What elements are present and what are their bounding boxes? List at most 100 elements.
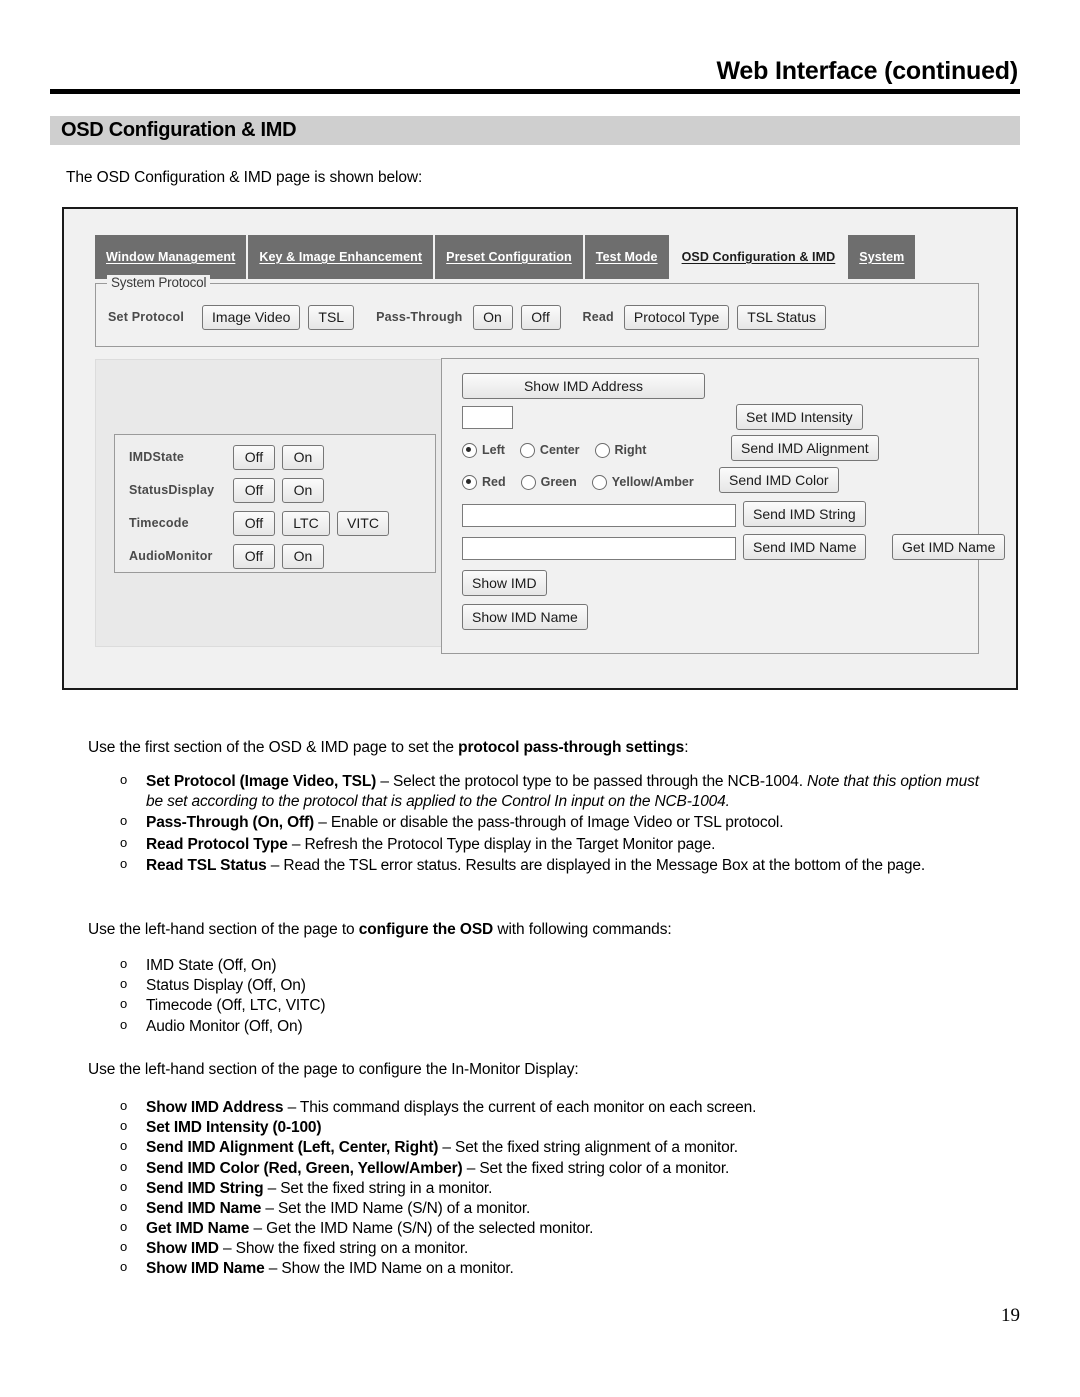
osd-lead: Use the left-hand section of the page to… [88,920,998,940]
read-tsl-status-button[interactable]: TSL Status [737,304,826,330]
bullet-desc: – Set the fixed string color of a monito… [462,1159,730,1177]
bullet-send-imd-alignment: Send IMD Alignment (Left, Center, Right)… [88,1138,998,1158]
protocol-lead-bold: protocol pass-through settings [458,739,685,756]
osd-lead-bold: configure the OSD [358,921,494,938]
tab-label: Window Management [106,250,236,264]
option-row-imdstate: IMDState Off On [129,444,331,470]
radio-label-yellow-amber: Yellow/Amber [611,475,694,489]
bullet-term: Show IMD Name [146,1260,265,1278]
radio-left-icon[interactable] [462,442,477,458]
bullet-imd-state: IMD State (Off, On) [88,956,998,976]
page-header: Web Interface (continued) [50,57,1020,95]
imd-intensity-input[interactable] [462,406,513,429]
section-heading-bar: OSD Configuration & IMD [50,116,1020,145]
tab-key-image-enhancement[interactable]: Key & Image Enhancement [248,235,436,279]
bullet-status-display: Status Display (Off, On) [88,976,998,996]
pass-through-off-button[interactable]: Off [520,304,561,330]
protocol-lead: Use the first section of the OSD & IMD p… [88,738,998,758]
radio-yellow-amber-icon[interactable] [591,474,607,490]
tab-system[interactable]: System [848,235,916,279]
radio-red-icon[interactable] [462,474,477,490]
radio-right-icon[interactable] [594,442,610,458]
send-imd-alignment-button[interactable]: Send IMD Alignment [731,435,879,461]
protocol-lead-part2: : [684,739,689,756]
imd-string-input[interactable] [462,504,736,527]
bullet-term: Show IMD Address [146,1099,284,1117]
radio-center-icon[interactable] [519,442,535,458]
bullet-set-imd-intensity: Set IMD Intensity (0-100) [88,1118,998,1138]
imd-bullet-list: Show IMD Address – This command displays… [88,1098,998,1279]
imd-controls-panel: Show IMD Address Set IMD Intensity Left … [441,358,1006,654]
tab-window-management[interactable]: Window Management [95,235,249,279]
tab-preset-configuration[interactable]: Preset Configuration [435,235,585,279]
set-protocol-label: Set Protocol [108,310,185,324]
option-row-timecode: Timecode Off LTC VITC [129,510,396,536]
audiomonitor-on-button[interactable]: On [282,543,324,569]
protocol-section: Use the first section of the OSD & IMD p… [88,738,998,877]
bullet-term: Send IMD Alignment (Left, Center, Right) [146,1139,439,1157]
tab-label: Key & Image Enhancement [259,250,423,264]
radio-label-center: Center [539,443,580,457]
set-imd-intensity-button[interactable]: Set IMD Intensity [736,404,863,430]
pass-through-on-button[interactable]: On [472,304,513,330]
bullet-term: Read Protocol Type [146,835,288,853]
bullet-desc: – Read the TSL error status. Results are… [266,856,926,874]
imd-section: Use the left-hand section of the page to… [88,1060,998,1279]
audiomonitor-off-button[interactable]: Off [233,543,275,569]
pass-through-label: Pass-Through [376,310,463,324]
bullet-term: Send IMD Name [146,1199,262,1217]
tab-label: System [859,250,905,264]
tab-bar: Window Management Key & Image Enhancemen… [95,235,916,279]
radio-label-right: Right [614,443,647,457]
bullet-term: Send IMD String [146,1179,264,1197]
timecode-off-button[interactable]: Off [233,510,275,536]
show-imd-button[interactable]: Show IMD [462,570,547,596]
header-rule [50,89,1020,95]
bullet-get-imd-name: Get IMD Name – Get the IMD Name (S/N) of… [88,1219,998,1239]
protocol-bullet-list: Set Protocol (Image Video, TSL) – Select… [88,772,998,876]
intro-paragraph: The OSD Configuration & IMD page is show… [66,169,423,186]
show-imd-name-button[interactable]: Show IMD Name [462,604,588,630]
statusdisplay-off-button[interactable]: Off [233,477,275,503]
osd-imd-panels: IMDState Off On StatusDisplay Off On Tim… [95,358,1006,658]
get-imd-name-button[interactable]: Get IMD Name [892,534,1006,560]
system-protocol-legend: System Protocol [107,275,211,290]
send-imd-string-button[interactable]: Send IMD String [743,501,866,527]
timecode-label: Timecode [129,516,189,530]
imdstate-on-button[interactable]: On [282,444,324,470]
timecode-ltc-button[interactable]: LTC [282,510,330,536]
statusdisplay-on-button[interactable]: On [282,477,324,503]
bullet-term: Pass-Through (On, Off) [146,814,315,832]
show-imd-address-button[interactable]: Show IMD Address [462,373,705,399]
radio-label-left: Left [482,443,505,457]
bullet-desc: – Show the IMD Name on a monitor. [264,1260,514,1278]
imd-name-input[interactable] [462,537,736,560]
send-imd-color-button[interactable]: Send IMD Color [719,467,839,493]
page-title: Web Interface (continued) [716,57,1018,85]
bullet-desc: – Set the fixed string in a monitor. [263,1179,493,1197]
bullet-show-imd-address: Show IMD Address – This command displays… [88,1098,998,1118]
set-protocol-tsl-button[interactable]: TSL [308,304,355,330]
option-row-statusdisplay: StatusDisplay Off On [129,477,331,503]
bullet-term: Read TSL Status [146,856,267,874]
read-protocol-type-button[interactable]: Protocol Type [623,304,730,330]
bullet-set-protocol: Set Protocol (Image Video, TSL) – Select… [88,772,998,812]
bullet-term: Show IMD [146,1240,219,1258]
osd-lead-part2: with following commands: [493,921,672,938]
bullet-desc: – Show the fixed string on a monitor. [218,1240,469,1258]
tab-test-mode[interactable]: Test Mode [584,235,671,279]
imdstate-off-button[interactable]: Off [233,444,275,470]
send-imd-name-button[interactable]: Send IMD Name [743,534,867,560]
bullet-read-protocol-type: Read Protocol Type – Refresh the Protoco… [88,835,998,855]
tab-label: Test Mode [595,250,658,264]
set-protocol-image-video-button[interactable]: Image Video [202,304,301,330]
tab-label: Preset Configuration [446,250,572,264]
tab-label: OSD Configuration & IMD [681,250,836,264]
bullet-desc: – Select the protocol type to be passed … [376,773,808,791]
imd-alignment-radio-group: Left Center Right [462,439,646,461]
bullet-term: Get IMD Name [146,1219,250,1237]
timecode-vitc-button[interactable]: VITC [337,510,389,536]
radio-green-icon[interactable] [520,474,536,490]
osd-options-box: IMDState Off On StatusDisplay Off On Tim… [114,434,436,573]
tab-osd-configuration-imd[interactable]: OSD Configuration & IMD [670,235,849,279]
